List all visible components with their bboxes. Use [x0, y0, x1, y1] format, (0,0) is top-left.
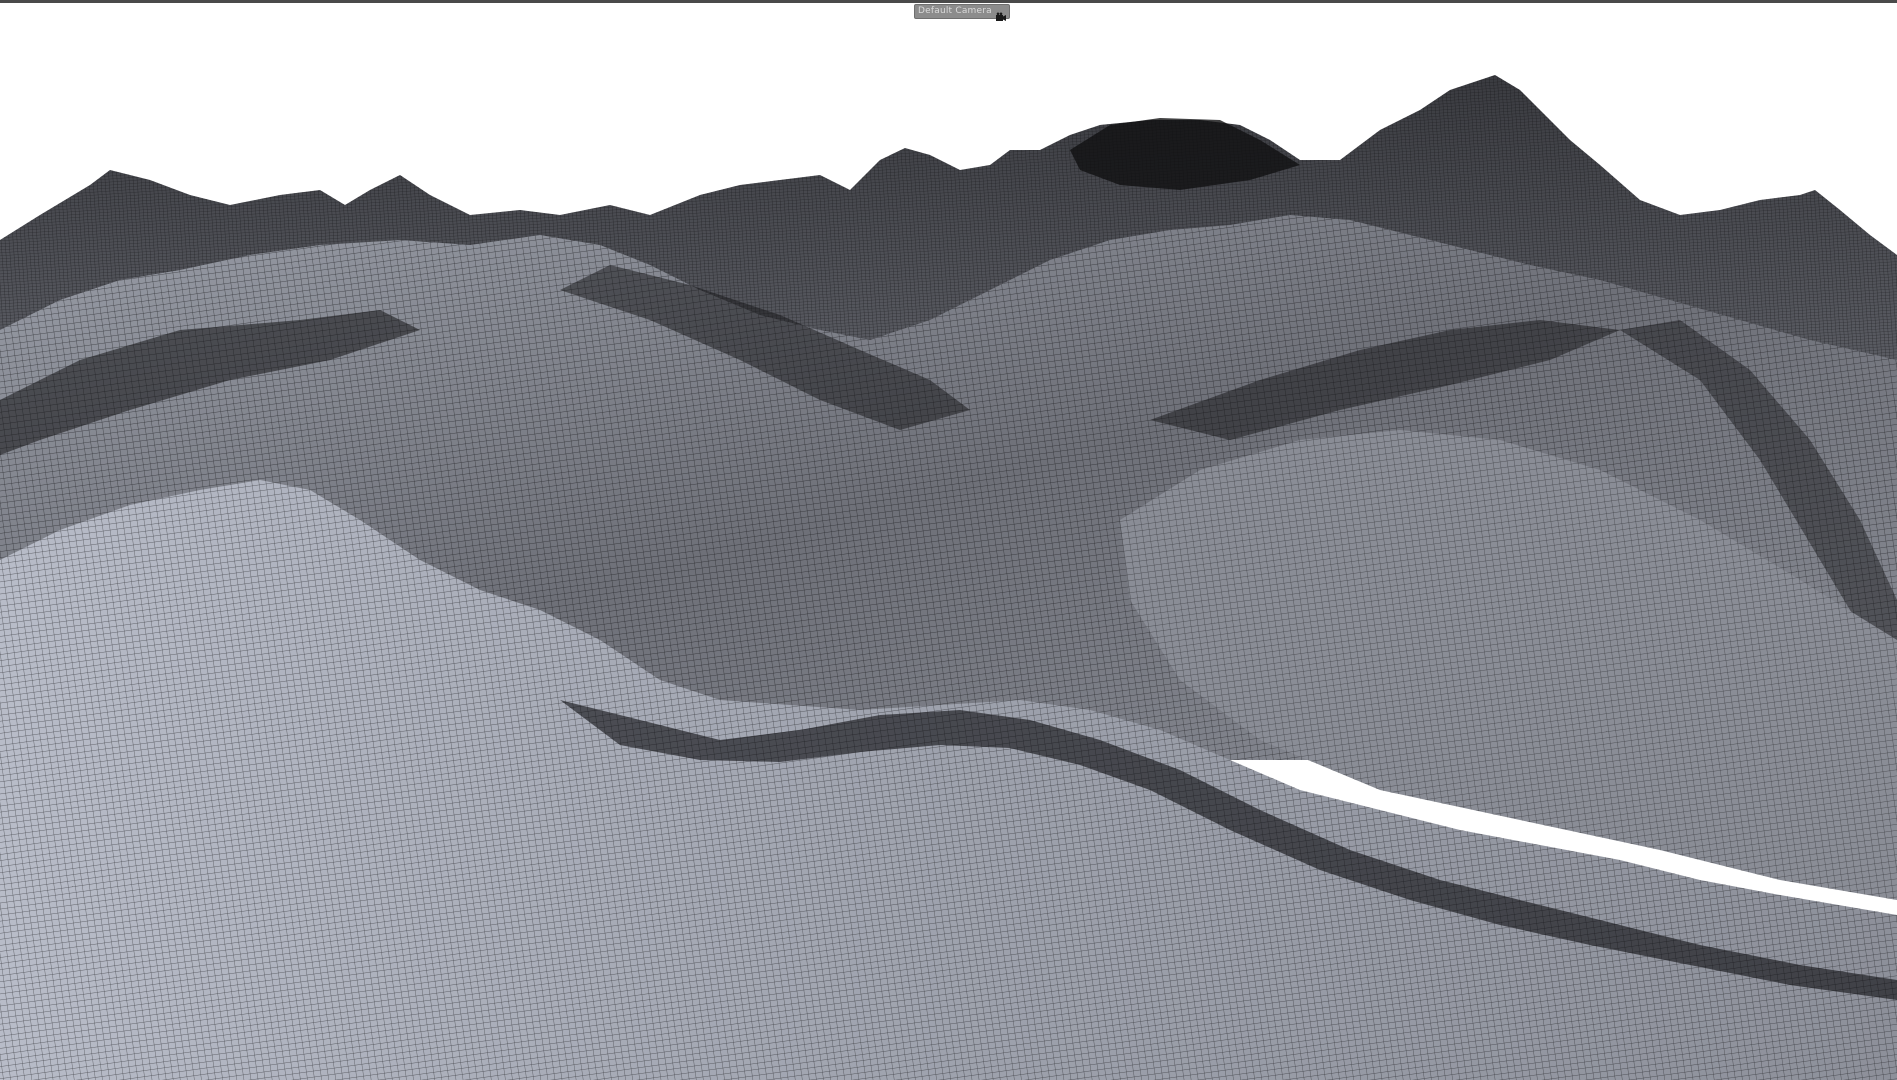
- 3d-viewport[interactable]: Default Camera: [0, 0, 1897, 1080]
- terrain-wireframe-mesh: [0, 75, 1897, 1080]
- camera-icon[interactable]: [995, 7, 1007, 21]
- camera-label[interactable]: Default Camera: [918, 6, 992, 17]
- viewport-top-border: [0, 0, 1897, 3]
- camera-selector[interactable]: Default Camera: [914, 4, 1010, 21]
